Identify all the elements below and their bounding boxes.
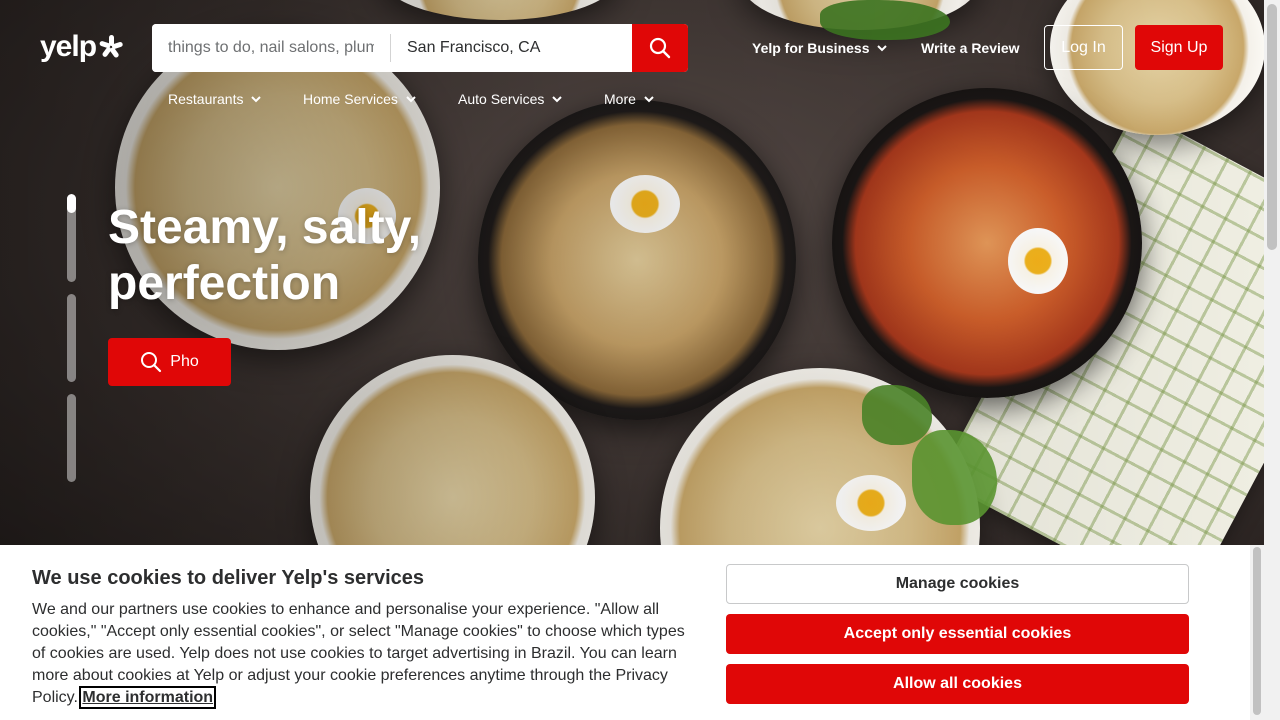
category-label: Restaurants [168,91,244,107]
category-nav: Restaurants Home Services Auto Services … [168,88,674,110]
cookie-title: We use cookies to deliver Yelp's service… [32,567,425,589]
yelp-for-business-dropdown[interactable]: Yelp for Business [752,40,902,56]
allow-all-cookies-button[interactable]: Allow all cookies [726,664,1189,704]
carousel-progress [67,194,76,214]
carousel-indicators [67,194,76,494]
cookie-scrollbar[interactable] [1250,545,1264,720]
cookie-description: We and our partners use cookies to enhan… [32,599,692,709]
login-button[interactable]: Log In [1044,25,1123,70]
logo-wordmark: yelp [40,30,97,63]
headline-line: Steamy, salty, [108,201,422,254]
manage-cookies-button[interactable]: Manage cookies [726,564,1189,604]
carousel-indicator[interactable] [67,294,76,382]
scrollbar-thumb[interactable] [1253,547,1261,715]
category-label: Auto Services [458,91,545,107]
chevron-down-icon [251,96,262,103]
category-restaurants[interactable]: Restaurants [168,88,303,110]
chevron-down-icon [406,96,416,103]
signup-button[interactable]: Sign Up [1135,25,1223,70]
search-icon [649,37,671,59]
write-review-label: Write a Review [921,40,1020,56]
category-label: Home Services [303,91,398,107]
yelp-logo[interactable]: yelp [40,30,124,64]
cta-label: Pho [170,353,199,370]
hero-cta-button[interactable]: Pho [108,338,231,386]
cookie-banner: We use cookies to deliver Yelp's service… [0,545,1264,720]
search-icon [141,352,162,373]
chevron-down-icon [644,96,654,103]
category-auto-services[interactable]: Auto Services [458,88,604,110]
search-what-input[interactable] [152,24,390,72]
yelp-burst-icon [99,35,123,58]
scrollbar-thumb[interactable] [1267,4,1277,250]
chevron-down-icon [877,45,888,52]
accept-essential-cookies-button[interactable]: Accept only essential cookies [726,614,1189,654]
category-more[interactable]: More [604,88,674,110]
yelp-for-business-label: Yelp for Business [752,40,870,56]
search-location-input[interactable] [391,24,632,72]
carousel-indicator[interactable] [67,194,76,282]
write-review-link[interactable]: Write a Review [921,40,1021,56]
hero-headline: Steamy, salty, perfection [108,200,508,312]
header-links: Yelp for Business Write a Review [752,24,1021,72]
carousel-indicator[interactable] [67,394,76,482]
chevron-down-icon [552,96,563,103]
page-scrollbar[interactable] [1264,0,1280,720]
more-information-link[interactable]: More information [79,686,217,709]
search-bar [152,24,688,72]
headline-line: perfection [108,257,341,310]
category-home-services[interactable]: Home Services [303,88,458,110]
category-label: More [604,91,636,107]
search-button[interactable] [632,24,688,72]
